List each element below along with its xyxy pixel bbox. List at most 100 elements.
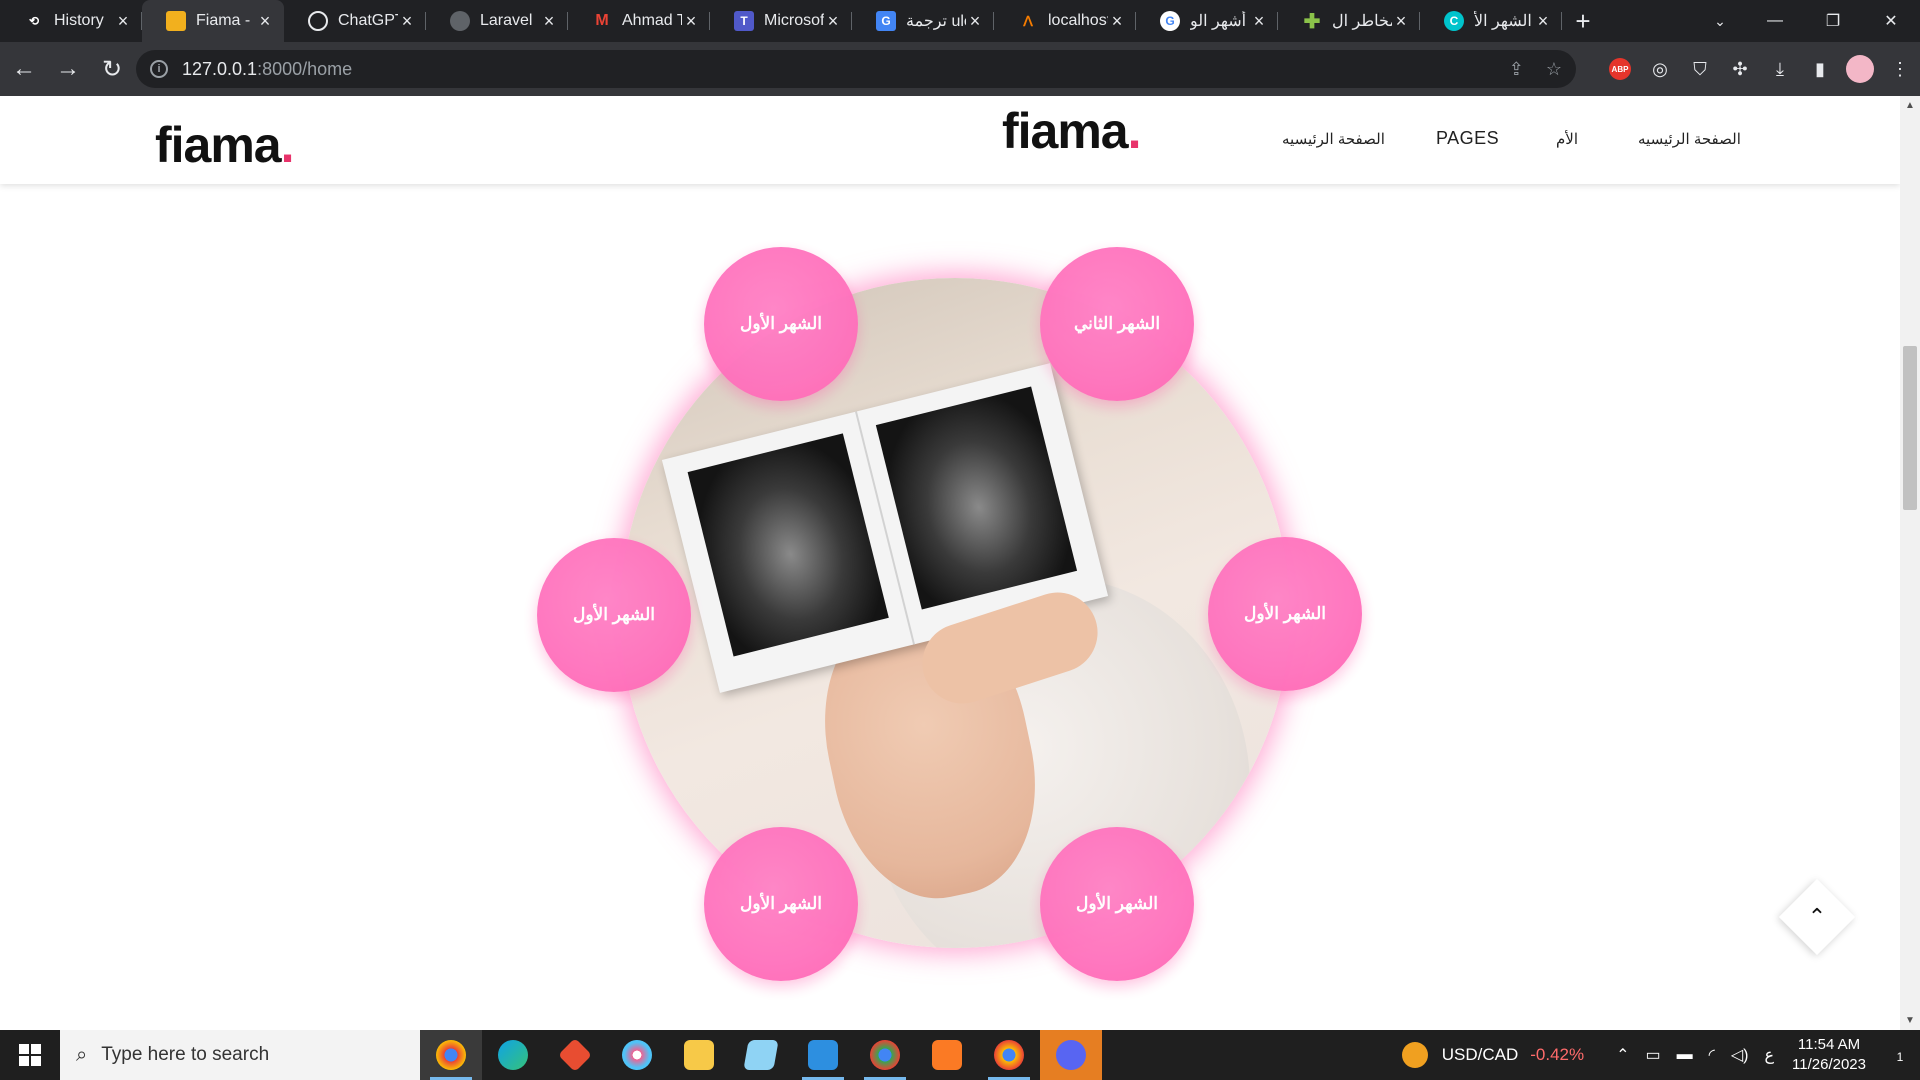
tab-google-search[interactable]: G أشهر الو × [1136, 0, 1278, 42]
taskbar-git-icon[interactable] [544, 1030, 606, 1080]
adblock-plus-icon[interactable]: ABP [1609, 58, 1631, 80]
chevron-up-tray-icon[interactable]: ⌃ [1616, 1045, 1629, 1065]
taskbar-file-explorer-icon[interactable] [668, 1030, 730, 1080]
close-tab-icon[interactable]: × [682, 11, 700, 32]
month-bubble-top-right[interactable]: الشهر الثاني [1040, 247, 1194, 401]
stock-coin-icon [1401, 1042, 1428, 1068]
search-placeholder: Type here to search [101, 1044, 270, 1065]
tab-translate[interactable]: G ترجمة ule × [852, 0, 994, 42]
close-tab-icon[interactable]: × [114, 11, 132, 32]
logo-text: fiama [1002, 103, 1129, 159]
tab-teams[interactable]: T Microsof × [710, 0, 852, 42]
taskbar-search-box[interactable]: ⌕ Type here to search [60, 1030, 420, 1080]
taskbar-chrome-profile-icon[interactable] [420, 1030, 482, 1080]
new-tab-button[interactable]: + [1562, 0, 1604, 42]
taskbar-vscode-icon[interactable] [792, 1030, 854, 1080]
profile-avatar[interactable] [1846, 55, 1874, 83]
share-icon[interactable]: ⇪ [1509, 59, 1524, 80]
taskbar-paint-icon[interactable] [606, 1030, 668, 1080]
windows-logo-icon [19, 1044, 41, 1066]
month-bubble-top-left[interactable]: الشهر الأول [704, 247, 858, 401]
tab-chatgpt[interactable]: ChatGPT × [284, 0, 426, 42]
restore-icon[interactable]: ❐ [1804, 0, 1862, 42]
tab-history[interactable]: ⟲ History × [0, 0, 142, 42]
back-icon[interactable]: ← [4, 49, 44, 89]
clock-time: 11:54 AM [1797, 1036, 1861, 1053]
side-panel-icon[interactable]: ▮ [1800, 49, 1840, 89]
minimize-icon[interactable]: — [1746, 0, 1804, 42]
nav-pages-link[interactable]: PAGES [1436, 128, 1499, 149]
address-bar[interactable]: i 127.0.0.1 :8000/home ⇪ ☆ [136, 50, 1576, 88]
pregnancy-hero-image [620, 278, 1290, 948]
chevron-up-icon[interactable]: ⌃ [1806, 902, 1828, 932]
site-info-icon[interactable]: i [150, 60, 168, 78]
battery-icon[interactable]: ▬ [1677, 1046, 1693, 1064]
tab-risks[interactable]: ✚ مخاطر ال × [1278, 0, 1420, 42]
target-extension-icon[interactable]: ◎ [1640, 49, 1680, 89]
volume-icon[interactable]: ◁) [1731, 1045, 1749, 1065]
taskbar-discord-icon[interactable] [1040, 1030, 1102, 1080]
stock-label: USD/CAD [1441, 1045, 1519, 1064]
tab-title: Microsof [764, 12, 824, 29]
scroll-down-arrow-icon[interactable]: ▼ [1900, 1015, 1920, 1026]
search-icon: ⌕ [76, 1043, 88, 1066]
close-tab-icon[interactable]: × [256, 11, 274, 32]
tab-gmail[interactable]: M Ahmad T × [568, 0, 710, 42]
scrollbar-thumb[interactable] [1903, 346, 1917, 510]
tab-canva[interactable]: C الشهر الأ × [1420, 0, 1562, 42]
site-logo[interactable]: fiama. [155, 116, 295, 174]
tab-search-chevron-icon[interactable]: ⌄ [1702, 0, 1738, 42]
close-window-icon[interactable]: ✕ [1862, 0, 1920, 42]
url-path: :8000/home [257, 58, 353, 79]
taskbar-notepad-icon[interactable] [730, 1030, 792, 1080]
close-tab-icon[interactable]: × [540, 11, 558, 32]
stock-widget[interactable]: USD/CAD -0.42% [1401, 1042, 1584, 1068]
tab-title: ChatGPT [338, 12, 398, 29]
wifi-icon[interactable]: ◜ [1709, 1045, 1715, 1065]
notification-center-icon[interactable]: 1 [1880, 1045, 1920, 1066]
shield-icon[interactable]: ⛉ [1680, 49, 1720, 89]
month-bubble-bottom-right[interactable]: الشهر الأول [1040, 827, 1194, 981]
tab-title: مخاطر ال [1332, 13, 1392, 30]
taskbar-chrome-icon[interactable] [854, 1030, 916, 1080]
tab-title: Fiama - I [196, 12, 256, 29]
nav-home-link-2[interactable]: الصفحة الرئيسيه [1638, 130, 1741, 148]
input-language[interactable]: ع [1764, 1045, 1774, 1065]
taskbar-clock[interactable]: 11:54 AM 11/26/2023 [1792, 1035, 1866, 1075]
scroll-up-arrow-icon[interactable]: ▲ [1900, 100, 1920, 111]
site-header: fiama. fiama. الصفحة الرئيسيه PAGES الأم… [0, 96, 1900, 184]
site-logo-center[interactable]: fiama. [1002, 102, 1142, 160]
close-tab-icon[interactable]: × [398, 11, 416, 32]
close-tab-icon[interactable]: × [824, 11, 842, 32]
tab-title: localhost [1048, 12, 1108, 29]
nav-mother-link[interactable]: الأم [1556, 130, 1578, 148]
logo-text: fiama [155, 117, 282, 173]
close-tab-icon[interactable]: × [1108, 11, 1126, 32]
month-bubble-mid-left[interactable]: الشهر الأول [537, 538, 691, 692]
tab-fiama[interactable]: Fiama - I × [142, 0, 284, 42]
close-tab-icon[interactable]: × [1392, 11, 1410, 32]
start-button[interactable] [0, 1030, 60, 1080]
forward-icon[interactable]: → [48, 49, 88, 89]
globe-icon [450, 11, 470, 31]
month-bubble-mid-right[interactable]: الشهر الأول [1208, 537, 1362, 691]
google-translate-icon: G [876, 11, 896, 31]
close-tab-icon[interactable]: × [1250, 11, 1268, 32]
download-icon[interactable]: ⤓ [1760, 49, 1800, 89]
close-tab-icon[interactable]: × [1534, 11, 1552, 32]
puzzle-extensions-icon[interactable]: ✣ [1720, 49, 1760, 89]
taskbar-edge-icon[interactable] [482, 1030, 544, 1080]
reload-icon[interactable]: ↻ [92, 49, 132, 89]
bookmark-star-icon[interactable]: ☆ [1546, 59, 1562, 80]
month-bubble-bottom-left[interactable]: الشهر الأول [704, 827, 858, 981]
tab-laravel[interactable]: Laravel × [426, 0, 568, 42]
taskbar-xampp-icon[interactable] [916, 1030, 978, 1080]
google-icon: G [1160, 11, 1180, 31]
menu-kebab-icon[interactable]: ⋮ [1880, 49, 1920, 89]
tab-localhost[interactable]: ⴷ localhost × [994, 0, 1136, 42]
nav-home-link[interactable]: الصفحة الرئيسيه [1282, 130, 1385, 148]
page-scrollbar[interactable]: ▲ ▼ [1900, 96, 1920, 1030]
camera-icon[interactable]: ▭ [1646, 1045, 1661, 1065]
taskbar-chrome-alt-icon[interactable] [978, 1030, 1040, 1080]
close-tab-icon[interactable]: × [966, 11, 984, 32]
